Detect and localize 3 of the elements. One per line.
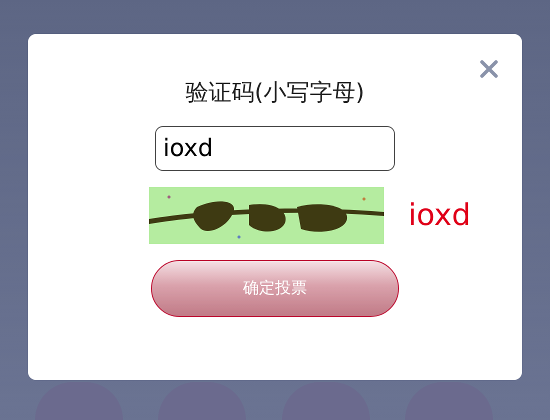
dialog-title: 验证码(小写字母) xyxy=(186,80,364,108)
captcha-hint: ioxd xyxy=(408,196,471,235)
input-field[interactable]: ioxd xyxy=(155,126,395,171)
